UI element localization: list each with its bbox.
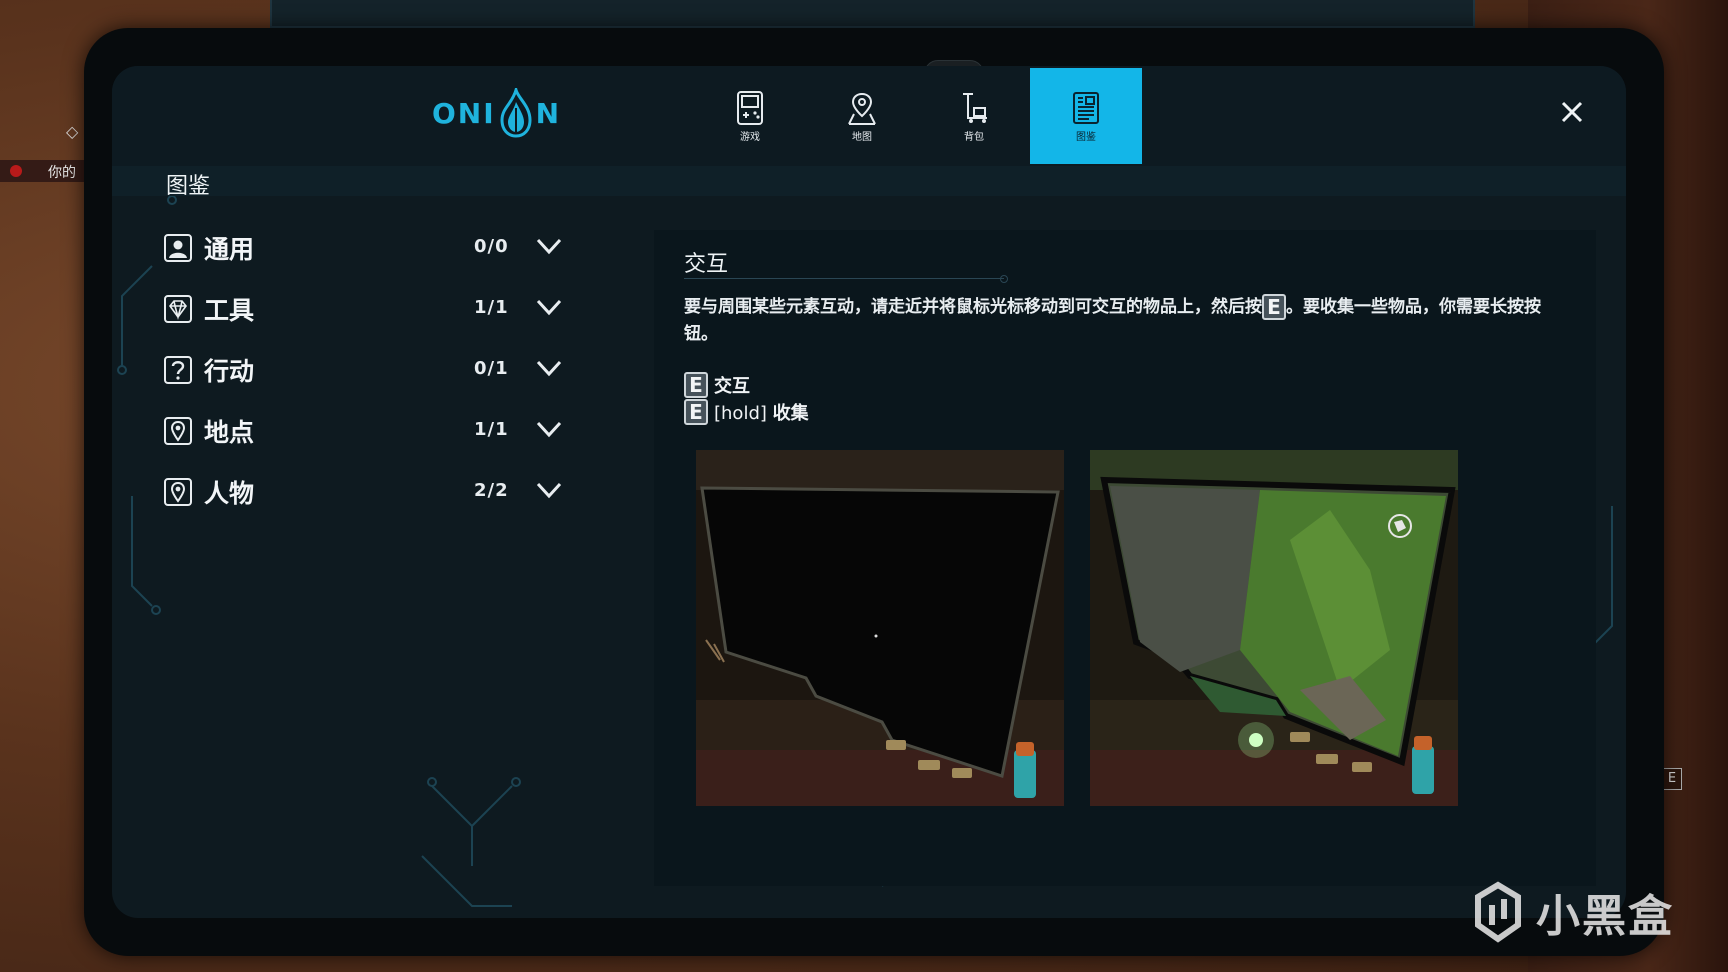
map-pin-icon [848,92,876,125]
binding-label: 交互 [714,372,750,398]
background-monitor-top [270,0,1475,28]
screenshot-tv-off [696,450,1064,806]
interact-key-hint: E [1662,768,1682,790]
onion-flame-icon [500,88,532,138]
tab-codex-label: 图鉴 [1076,131,1096,143]
side-notification: 你的 [0,160,84,182]
question-icon [164,356,192,384]
tab-map[interactable]: 地图 [806,68,918,164]
category-count: 2/2 [474,480,509,501]
entry-description: 要与周围某些元素互动，请走近并将鼠标光标移动到可交互的物品上，然后按 E 。要收集一… [684,294,1564,348]
category-name: 行动 [204,357,255,386]
category-count: 0/1 [474,358,509,379]
category-general[interactable]: 通用 0/0 [164,226,564,287]
chevron-down-icon[interactable] [536,419,562,439]
heading-divider [684,275,1008,283]
tab-games-label: 游戏 [740,131,760,143]
category-name: 地点 [204,418,255,447]
e-key-icon: E [1262,294,1286,320]
category-count: 0/0 [474,236,509,257]
binding-action: 交互 [714,376,750,397]
location-icon [164,478,192,506]
tab-bar: 游戏 地图 背包 图鉴 [694,68,1142,164]
watermark-logo: 小黑盒 [1470,880,1674,944]
gem-icon [164,295,192,323]
tab-backpack[interactable]: 背包 [918,68,1030,164]
key-bindings: E 交互 E [hold] 收集 [684,372,809,426]
cart-icon [963,92,987,123]
category-count: 1/1 [474,297,509,318]
person-card-icon [164,234,192,262]
description-text: 要与周围某些元素互动，请走近并将鼠标光标移动到可交互的物品上，然后按 [684,297,1262,317]
location-icon [164,417,192,445]
tablet-screen: ONI N 游戏 地图 背包 图鉴 图鉴 通用 0/0 工具 1/1 行动 0/… [112,66,1626,918]
entry-heading: 交互 [684,252,729,277]
document-icon [1073,91,1099,124]
entry-detail-panel: 交互 要与周围某些元素互动，请走近并将鼠标光标移动到可交互的物品上，然后按 E 。要… [654,230,1596,886]
binding-prefix: [hold] [714,403,773,424]
category-tools[interactable]: 工具 1/1 [164,287,564,348]
binding-collect: E [hold] 收集 [684,399,809,425]
chevron-down-icon[interactable] [536,358,562,378]
binding-interact: E 交互 [684,372,809,398]
category-count: 1/1 [474,419,509,440]
category-locations[interactable]: 地点 1/1 [164,409,564,470]
tab-backpack-label: 背包 [964,131,984,143]
chevron-down-icon[interactable] [536,297,562,317]
heybox-logo-icon [1475,881,1521,943]
binding-action: 收集 [772,403,809,424]
diamond-icon: ◇ [66,122,79,141]
side-hint: ◇ 你的 [0,108,86,188]
e-key-icon: E [684,399,708,425]
category-name: 通用 [204,235,255,264]
screenshot-tv-on [1090,450,1458,806]
close-icon [1561,101,1583,123]
watermark-text: 小黑盒 [1536,891,1674,942]
app-header: ONI N 游戏 地图 背包 图鉴 [112,66,1626,166]
gameboy-icon [737,90,763,125]
category-list: 通用 0/0 工具 1/1 行动 0/1 地点 1/1 人物 2/2 [164,226,564,531]
logo-text-right: N [535,96,562,130]
tab-games[interactable]: 游戏 [694,68,806,164]
category-actions[interactable]: 行动 0/1 [164,348,564,409]
side-notification-text: 你的 [48,165,76,181]
binding-label: [hold] 收集 [714,399,809,425]
category-name: 人物 [204,479,255,508]
close-button[interactable] [1552,92,1592,132]
onion-logo: ONI N [432,88,561,138]
chevron-down-icon[interactable] [536,480,562,500]
section-title: 图鉴 [166,174,211,199]
chevron-down-icon[interactable] [536,236,562,256]
logo-text-left: ONI [432,96,496,130]
tab-codex[interactable]: 图鉴 [1030,68,1142,164]
category-name: 工具 [204,296,255,325]
tab-map-label: 地图 [852,131,872,143]
category-characters[interactable]: 人物 2/2 [164,470,564,531]
red-dot-icon [10,165,22,177]
section-title-bar: 图鉴 [112,166,1626,199]
e-key-icon: E [684,372,708,398]
